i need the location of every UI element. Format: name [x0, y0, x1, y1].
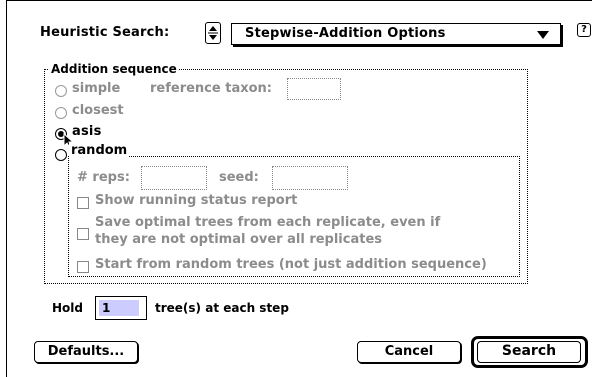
- addition-sequence-title: Addition sequence: [49, 62, 179, 76]
- save-optimal-label-line1: Save optimal trees from each replicate, …: [95, 215, 441, 230]
- random-radio[interactable]: [55, 149, 67, 161]
- save-optimal-checkbox[interactable]: [77, 228, 89, 240]
- save-optimal-label-line2: they are not optimal over all replicates: [95, 232, 383, 247]
- triangle-down-icon: [537, 31, 549, 39]
- reps-label: # reps:: [77, 170, 130, 185]
- closest-radio[interactable]: [55, 107, 67, 119]
- show-status-label: Show running status report: [95, 193, 298, 208]
- closest-label: closest: [72, 103, 124, 118]
- start-random-label: Start from random trees (not just additi…: [95, 257, 487, 272]
- heuristic-search-label: Heuristic Search:: [40, 25, 170, 40]
- search-type-popup[interactable]: Stepwise-Addition Options: [231, 23, 561, 45]
- simple-label: simple: [72, 81, 121, 96]
- hold-suffix-label: tree(s) at each step: [155, 301, 289, 315]
- seed-label: seed:: [219, 170, 259, 185]
- search-button[interactable]: Search: [477, 341, 581, 363]
- help-balloon-icon[interactable]: ?: [577, 23, 591, 37]
- reference-taxon-label: reference taxon:: [150, 81, 272, 96]
- seed-field[interactable]: [272, 166, 348, 190]
- reps-field[interactable]: [141, 166, 207, 190]
- hold-input[interactable]: 1: [95, 296, 147, 320]
- up-down-stepper-icon[interactable]: [205, 22, 221, 44]
- search-type-popup-value: Stepwise-Addition Options: [245, 26, 446, 41]
- reference-taxon-field[interactable]: [287, 78, 341, 100]
- simple-radio[interactable]: [55, 85, 67, 97]
- hold-input-value: 1: [99, 300, 139, 316]
- show-status-checkbox[interactable]: [77, 197, 89, 209]
- asis-label: asis: [72, 124, 102, 139]
- random-label: random: [69, 143, 130, 158]
- start-random-checkbox[interactable]: [77, 261, 89, 273]
- cancel-button[interactable]: Cancel: [357, 341, 461, 363]
- hold-label: Hold: [52, 301, 83, 315]
- defaults-button[interactable]: Defaults...: [34, 341, 138, 363]
